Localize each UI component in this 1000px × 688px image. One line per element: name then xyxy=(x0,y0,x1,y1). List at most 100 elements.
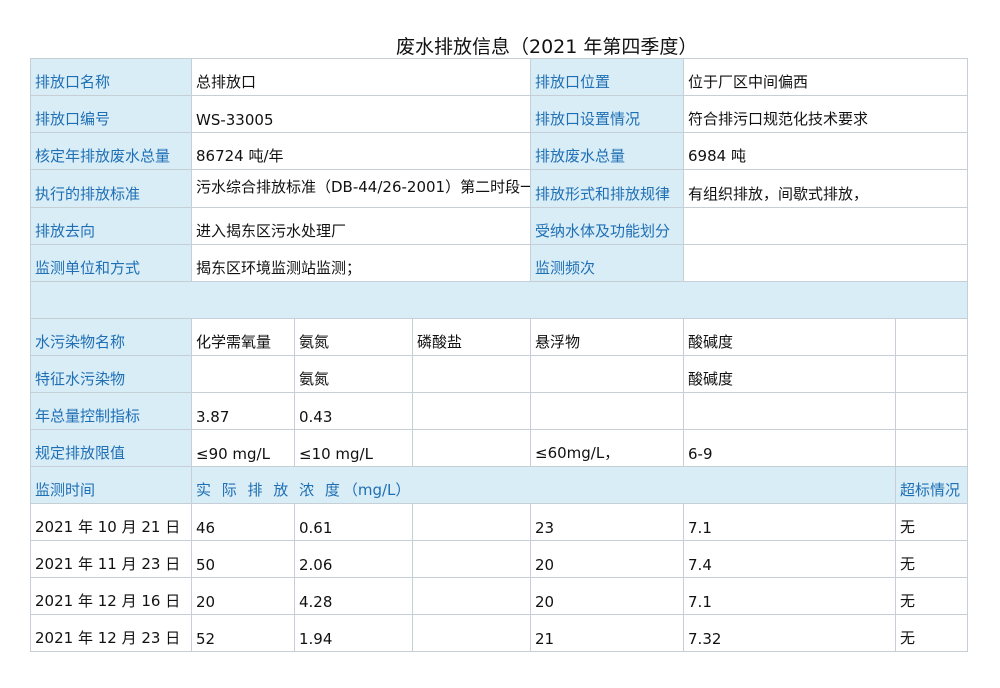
limit-label: 规定排放限值 xyxy=(30,429,192,467)
exceed-label: 超标情况 xyxy=(895,466,969,504)
exceed-value: 无 xyxy=(895,540,969,578)
nh3-value: 2.06 xyxy=(294,540,413,578)
monitor-unit-value: 揭东区环境监测站监测； xyxy=(190,244,532,282)
po4-value xyxy=(411,540,532,578)
table-row: 2021 年 11 月 23 日 50 2.06 20 7.4 无 xyxy=(30,540,969,578)
concentration-unit: （mg/L） xyxy=(342,481,411,499)
limit-cell: ≤10 mg/L xyxy=(294,429,413,467)
monitor-date: 2021 年 12 月 16 日 xyxy=(30,577,192,615)
concentration-label: 实 际 排 放 浓 度 xyxy=(196,481,343,499)
annual-control-cell: 3.87 xyxy=(191,392,295,430)
destination-label: 排放去向 xyxy=(30,207,192,245)
monitor-date: 2021 年 11 月 23 日 xyxy=(30,540,192,578)
annual-total-label: 核定年排放废水总量 xyxy=(30,132,192,170)
outlet-setup-label: 排放口设置情况 xyxy=(530,95,685,133)
nh3-value: 4.28 xyxy=(294,577,413,615)
title-area: 废水排放信息（2021 年第四季度） xyxy=(0,0,1000,60)
outlet-row-6: 监测单位和方式 揭东区环境监测站监测； 监测频次 xyxy=(30,244,969,282)
cod-value: 52 xyxy=(191,614,295,652)
outlet-row-3: 核定年排放废水总量 86724 吨/年 排放废水总量 6984 吨 xyxy=(30,132,969,170)
limit-cell xyxy=(411,429,532,467)
ss-value: 20 xyxy=(530,540,685,578)
pollutant-name: 化学需氧量 xyxy=(191,318,295,356)
feature-cell: 酸碱度 xyxy=(683,355,897,393)
exceed-value: 无 xyxy=(895,614,969,652)
feature-cell xyxy=(191,355,295,393)
po4-value xyxy=(411,614,532,652)
monitor-time-label: 监测时间 xyxy=(30,466,192,504)
ss-value: 20 xyxy=(530,577,685,615)
outlet-name-value: 总排放口 xyxy=(190,58,532,96)
nh3-value: 1.94 xyxy=(294,614,413,652)
page-title: 废水排放信息（2021 年第四季度） xyxy=(396,36,698,58)
outlet-position-label: 排放口位置 xyxy=(530,58,685,96)
pollutant-name: 悬浮物 xyxy=(530,318,685,356)
exceed-value: 无 xyxy=(895,503,969,541)
feature-cell xyxy=(895,355,969,393)
outlet-position-value: 位于厂区中间偏西 xyxy=(683,58,969,96)
pollutant-name-label: 水污染物名称 xyxy=(30,318,192,356)
monitor-freq-value xyxy=(683,244,969,282)
feature-pollutants-row: 特征水污染物 氨氮 酸碱度 xyxy=(30,355,969,393)
feature-cell: 氨氮 xyxy=(294,355,413,393)
table-row: 2021 年 10 月 21 日 46 0.61 23 7.1 无 xyxy=(30,503,969,541)
standard-label: 执行的排放标准 xyxy=(30,169,192,208)
annual-control-cell xyxy=(530,392,685,430)
outlet-row-4: 执行的排放标准 污水综合排放标准（DB-44/26-2001）第二时段一级标准 … xyxy=(30,169,969,208)
form-label: 排放形式和排放规律 xyxy=(530,169,685,208)
ph-value: 7.1 xyxy=(683,577,897,615)
po4-value xyxy=(411,503,532,541)
feature-label: 特征水污染物 xyxy=(30,355,192,393)
pollutant-names-row: 水污染物名称 化学需氧量 氨氮 磷酸盐 悬浮物 酸碱度 xyxy=(30,318,969,356)
outlet-code-label: 排放口编号 xyxy=(30,95,192,133)
annual-control-row: 年总量控制指标 3.87 0.43 xyxy=(30,392,969,430)
limits-row: 规定排放限值 ≤90 mg/L ≤10 mg/L ≤60mg/L， 6-9 xyxy=(30,429,969,467)
annual-control-cell xyxy=(895,392,969,430)
annual-control-cell xyxy=(683,392,897,430)
discharge-total-label: 排放废水总量 xyxy=(530,132,685,170)
outlet-row-5: 排放去向 进入揭东区污水处理厂 受纳水体及功能划分 xyxy=(30,207,969,245)
annual-control-cell: 0.43 xyxy=(294,392,413,430)
monitor-unit-label: 监测单位和方式 xyxy=(30,244,192,282)
wastewater-table: 排放口名称 总排放口 排放口位置 位于厂区中间偏西 排放口编号 WS-33005… xyxy=(29,58,969,652)
outlet-row-2: 排放口编号 WS-33005 排放口设置情况 符合排污口规范化技术要求 xyxy=(30,95,969,133)
po4-value xyxy=(411,577,532,615)
pollutant-name: 磷酸盐 xyxy=(411,318,532,356)
annual-total-value: 86724 吨/年 xyxy=(190,132,532,170)
monitoring-header-row: 监测时间 实 际 排 放 浓 度（mg/L） 超标情况 xyxy=(30,466,969,504)
monitor-freq-label: 监测频次 xyxy=(530,244,685,282)
destination-value: 进入揭东区污水处理厂 xyxy=(190,207,532,245)
form-value: 有组织排放，间歇式排放， xyxy=(683,169,969,208)
pollutant-name xyxy=(895,318,969,356)
cod-value: 50 xyxy=(191,540,295,578)
annual-control-label: 年总量控制指标 xyxy=(30,392,192,430)
outlet-row-1: 排放口名称 总排放口 排放口位置 位于厂区中间偏西 xyxy=(30,58,969,96)
pollutant-name: 氨氮 xyxy=(294,318,413,356)
limit-cell xyxy=(895,429,969,467)
outlet-code-value: WS-33005 xyxy=(190,95,532,133)
monitor-date: 2021 年 10 月 21 日 xyxy=(30,503,192,541)
cod-value: 46 xyxy=(191,503,295,541)
limit-cell: 6-9 xyxy=(683,429,897,467)
discharge-total-value: 6984 吨 xyxy=(683,132,969,170)
ph-value: 7.1 xyxy=(683,503,897,541)
separator-cell xyxy=(29,281,969,319)
outlet-name-label: 排放口名称 xyxy=(30,58,192,96)
receiving-label: 受纳水体及功能划分 xyxy=(530,207,685,245)
ph-value: 7.4 xyxy=(683,540,897,578)
limit-cell: ≤60mg/L， xyxy=(530,429,685,467)
concentration-header: 实 际 排 放 浓 度（mg/L） xyxy=(190,466,897,504)
table-row: 2021 年 12 月 16 日 20 4.28 20 7.1 无 xyxy=(30,577,969,615)
table-row: 2021 年 12 月 23 日 52 1.94 21 7.32 无 xyxy=(30,614,969,652)
annual-control-cell xyxy=(411,392,532,430)
cod-value: 20 xyxy=(191,577,295,615)
feature-cell xyxy=(530,355,685,393)
receiving-value xyxy=(683,207,969,245)
standard-value: 污水综合排放标准（DB-44/26-2001）第二时段一级标准 xyxy=(190,169,532,208)
nh3-value: 0.61 xyxy=(294,503,413,541)
monitor-date: 2021 年 12 月 23 日 xyxy=(30,614,192,652)
exceed-value: 无 xyxy=(895,577,969,615)
pollutant-name: 酸碱度 xyxy=(683,318,897,356)
feature-cell xyxy=(411,355,532,393)
ph-value: 7.32 xyxy=(683,614,897,652)
